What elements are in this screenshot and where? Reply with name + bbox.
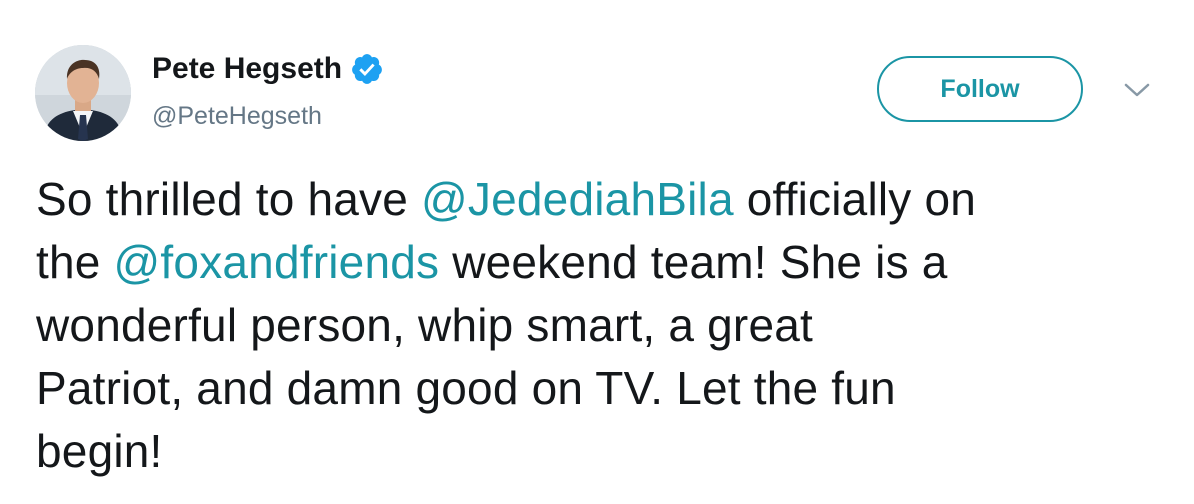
mention-link[interactable]: @JedediahBila [421, 173, 734, 225]
tweet-text-segment: officially on [733, 173, 977, 225]
tweet-text-segment: the [36, 236, 114, 288]
tweet-line: Patriot, and damn good on TV. Let the fu… [36, 362, 896, 414]
follow-button[interactable]: Follow [877, 56, 1083, 122]
mention-link[interactable]: @foxandfriends [114, 236, 440, 288]
avatar[interactable] [35, 45, 131, 141]
author-handle[interactable]: @PeteHegseth [152, 102, 322, 131]
tweet-text-segment: So thrilled to have [36, 173, 422, 225]
author-display-name[interactable]: Pete Hegseth [152, 52, 342, 86]
tweet-line: the @foxandfriends weekend team! She is … [36, 231, 1176, 294]
avatar-photo [35, 45, 131, 141]
author-name-row[interactable]: Pete Hegseth [152, 52, 384, 86]
tweet-line: wonderful person, whip smart, a great [36, 299, 814, 351]
tweet-line: begin! [36, 425, 163, 477]
verified-badge-icon [352, 54, 382, 84]
tweet-text: So thrilled to have @JedediahBila offici… [36, 168, 1176, 483]
tweet-card: Pete Hegseth @PeteHegseth Follow So thri… [0, 0, 1194, 504]
tweet-line: So thrilled to have @JedediahBila offici… [36, 168, 1176, 231]
chevron-down-icon[interactable] [1122, 80, 1152, 100]
tweet-text-segment: weekend team! She is a [439, 236, 948, 288]
